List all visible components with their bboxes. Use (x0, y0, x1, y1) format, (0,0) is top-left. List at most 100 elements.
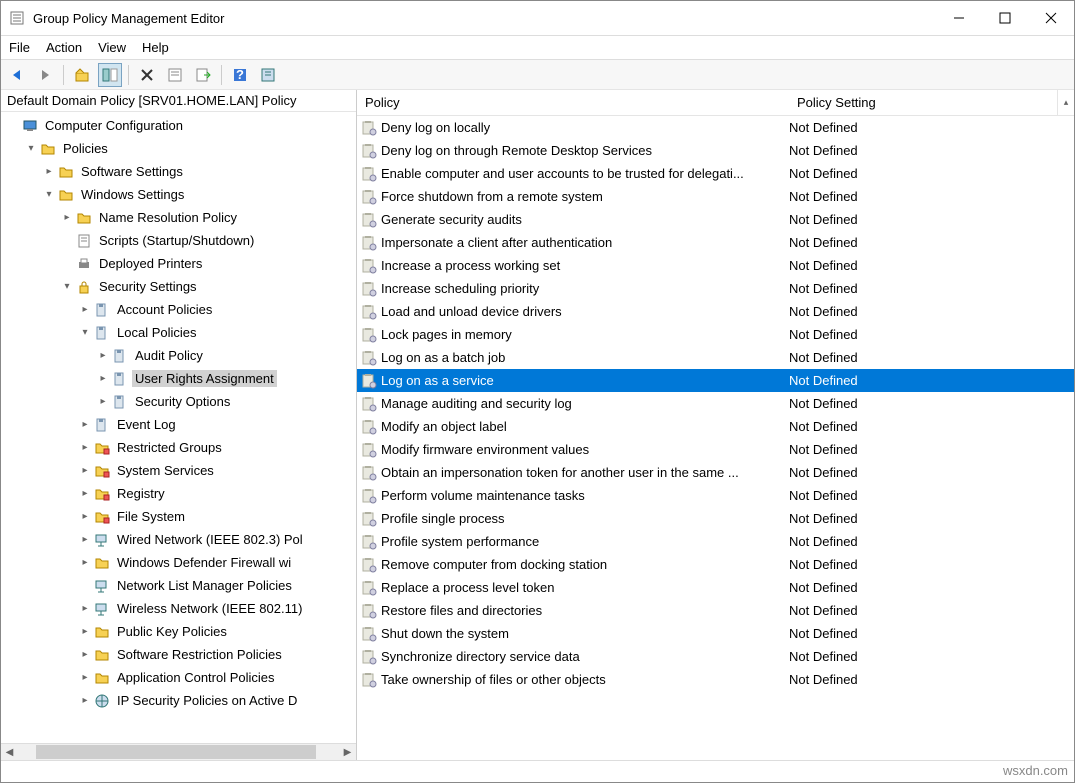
help-button[interactable]: ? (228, 63, 252, 87)
tree-item[interactable]: ▾Security Settings (1, 275, 356, 298)
menu-file[interactable]: File (9, 40, 30, 55)
expand-toggle-icon[interactable]: ▸ (95, 350, 111, 361)
tree-item[interactable]: Scripts (Startup/Shutdown) (1, 229, 356, 252)
expand-toggle-icon[interactable]: ▾ (41, 189, 57, 200)
policy-row[interactable]: Profile system performanceNot Defined (357, 530, 1074, 553)
scroll-right-icon[interactable]: ▶ (339, 747, 356, 758)
tree-item[interactable]: ▾Local Policies (1, 321, 356, 344)
close-button[interactable] (1028, 1, 1074, 36)
policy-list[interactable]: Deny log on locallyNot DefinedDeny log o… (357, 116, 1074, 760)
expand-toggle-icon[interactable]: ▸ (77, 419, 93, 430)
tree-item[interactable]: ▸Wireless Network (IEEE 802.11) (1, 597, 356, 620)
properties-button[interactable] (163, 63, 187, 87)
tree-item[interactable]: ▸Software Settings (1, 160, 356, 183)
expand-toggle-icon[interactable]: ▸ (77, 649, 93, 660)
expand-toggle-icon[interactable]: ▾ (59, 281, 75, 292)
tree-item[interactable]: Network List Manager Policies (1, 574, 356, 597)
policy-row[interactable]: Profile single processNot Defined (357, 507, 1074, 530)
policy-row[interactable]: Synchronize directory service dataNot De… (357, 645, 1074, 668)
tree-item[interactable]: ▸Audit Policy (1, 344, 356, 367)
policy-row[interactable]: Generate security auditsNot Defined (357, 208, 1074, 231)
expand-toggle-icon[interactable]: ▸ (95, 396, 111, 407)
menu-view[interactable]: View (98, 40, 126, 55)
policy-row[interactable]: Load and unload device driversNot Define… (357, 300, 1074, 323)
col-policy[interactable]: Policy (357, 91, 789, 114)
policy-row[interactable]: Remove computer from docking stationNot … (357, 553, 1074, 576)
expand-toggle-icon[interactable]: ▸ (77, 465, 93, 476)
expand-toggle-icon[interactable]: ▸ (95, 373, 111, 384)
tree-item[interactable]: ▾Policies (1, 137, 356, 160)
tree[interactable]: Computer Configuration▾Policies▸Software… (1, 112, 356, 743)
expand-toggle-icon[interactable]: ▸ (77, 626, 93, 637)
tree-item[interactable]: ▸Software Restriction Policies (1, 643, 356, 666)
tree-item[interactable]: ▸User Rights Assignment (1, 367, 356, 390)
tree-hscrollbar[interactable]: ◀ ▶ (1, 743, 356, 760)
policy-name: Obtain an impersonation token for anothe… (381, 465, 789, 480)
policy-row[interactable]: Obtain an impersonation token for anothe… (357, 461, 1074, 484)
up-button[interactable] (70, 63, 94, 87)
menu-action[interactable]: Action (46, 40, 82, 55)
forward-button[interactable] (33, 63, 57, 87)
expand-toggle-icon[interactable]: ▸ (77, 488, 93, 499)
scroll-up-icon[interactable]: ▴ (1057, 90, 1074, 115)
policy-row[interactable]: Enable computer and user accounts to be … (357, 162, 1074, 185)
expand-toggle-icon[interactable]: ▸ (59, 212, 75, 223)
tree-item[interactable]: Deployed Printers (1, 252, 356, 275)
tree-item[interactable]: ▸Windows Defender Firewall wi (1, 551, 356, 574)
delete-button[interactable] (135, 63, 159, 87)
tree-item[interactable]: ▸Registry (1, 482, 356, 505)
expand-toggle-icon[interactable]: ▸ (77, 442, 93, 453)
maximize-button[interactable] (982, 1, 1028, 36)
policy-row[interactable]: Modify firmware environment valuesNot De… (357, 438, 1074, 461)
policy-row[interactable]: Force shutdown from a remote systemNot D… (357, 185, 1074, 208)
tree-header[interactable]: Default Domain Policy [SRV01.HOME.LAN] P… (1, 90, 356, 112)
policy-row[interactable]: Deny log on through Remote Desktop Servi… (357, 139, 1074, 162)
tree-item[interactable]: ▸Restricted Groups (1, 436, 356, 459)
expand-toggle-icon[interactable]: ▸ (41, 166, 57, 177)
expand-toggle-icon[interactable]: ▾ (23, 143, 39, 154)
policy-row[interactable]: Restore files and directoriesNot Defined (357, 599, 1074, 622)
policy-row[interactable]: Log on as a batch jobNot Defined (357, 346, 1074, 369)
filter-button[interactable] (256, 63, 280, 87)
tree-item[interactable]: ▸Public Key Policies (1, 620, 356, 643)
policy-row[interactable]: Take ownership of files or other objects… (357, 668, 1074, 691)
policy-row[interactable]: Lock pages in memoryNot Defined (357, 323, 1074, 346)
policy-row[interactable]: Impersonate a client after authenticatio… (357, 231, 1074, 254)
expand-toggle-icon[interactable]: ▾ (77, 327, 93, 338)
export-button[interactable] (191, 63, 215, 87)
expand-toggle-icon[interactable]: ▸ (77, 511, 93, 522)
back-button[interactable] (5, 63, 29, 87)
show-hide-tree-button[interactable] (98, 63, 122, 87)
tree-item[interactable]: ▾Windows Settings (1, 183, 356, 206)
policy-row[interactable]: Log on as a serviceNot Defined (357, 369, 1074, 392)
expand-toggle-icon[interactable]: ▸ (77, 534, 93, 545)
policy-row[interactable]: Increase scheduling priorityNot Defined (357, 277, 1074, 300)
menu-help[interactable]: Help (142, 40, 169, 55)
tree-item[interactable]: ▸Account Policies (1, 298, 356, 321)
policy-row[interactable]: Shut down the systemNot Defined (357, 622, 1074, 645)
tree-item[interactable]: Computer Configuration (1, 114, 356, 137)
policy-row[interactable]: Modify an object labelNot Defined (357, 415, 1074, 438)
policy-row[interactable]: Manage auditing and security logNot Defi… (357, 392, 1074, 415)
expand-toggle-icon[interactable]: ▸ (77, 304, 93, 315)
scroll-thumb[interactable] (36, 745, 316, 759)
tree-item[interactable]: ▸Name Resolution Policy (1, 206, 356, 229)
tree-item[interactable]: ▸Event Log (1, 413, 356, 436)
policy-row[interactable]: Deny log on locallyNot Defined (357, 116, 1074, 139)
tree-item[interactable]: ▸Security Options (1, 390, 356, 413)
expand-toggle-icon[interactable]: ▸ (77, 695, 93, 706)
expand-toggle-icon[interactable]: ▸ (77, 672, 93, 683)
policy-row[interactable]: Replace a process level tokenNot Defined (357, 576, 1074, 599)
expand-toggle-icon[interactable]: ▸ (77, 557, 93, 568)
col-policy-setting[interactable]: Policy Setting (789, 91, 1057, 114)
expand-toggle-icon[interactable]: ▸ (77, 603, 93, 614)
tree-item[interactable]: ▸File System (1, 505, 356, 528)
scroll-left-icon[interactable]: ◀ (1, 747, 18, 758)
minimize-button[interactable] (936, 1, 982, 36)
policy-row[interactable]: Increase a process working setNot Define… (357, 254, 1074, 277)
tree-item[interactable]: ▸IP Security Policies on Active D (1, 689, 356, 712)
policy-row[interactable]: Perform volume maintenance tasksNot Defi… (357, 484, 1074, 507)
tree-item[interactable]: ▸Application Control Policies (1, 666, 356, 689)
tree-item[interactable]: ▸Wired Network (IEEE 802.3) Pol (1, 528, 356, 551)
tree-item[interactable]: ▸System Services (1, 459, 356, 482)
